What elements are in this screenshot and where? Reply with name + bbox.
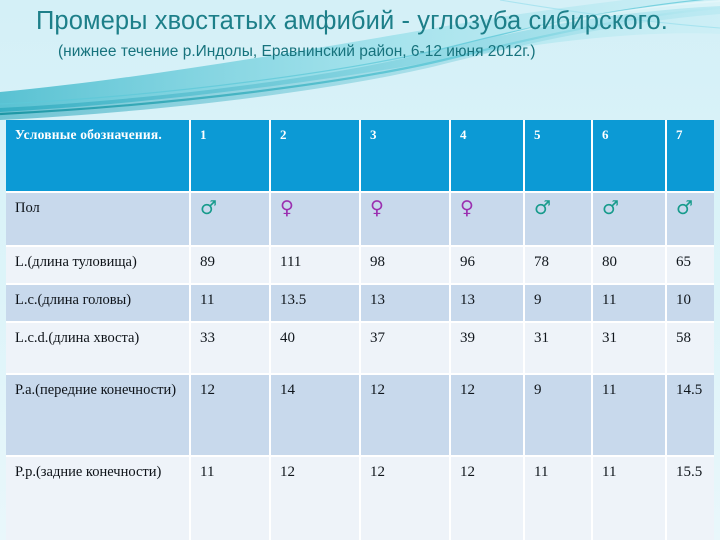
cell-tail-length-4: 39: [450, 322, 525, 375]
cell-head-length-2: 13.5: [270, 284, 361, 323]
column-header-4: 4: [450, 120, 525, 193]
male-icon: ♂: [534, 197, 552, 219]
row-label-hindlimbs: P.p.(задние конечности): [6, 456, 191, 540]
cell-tail-length-6: 31: [592, 322, 667, 375]
cell-body-length-3: 98: [360, 246, 451, 285]
page-subtitle: (нижнее течение р.Индолы, Еравнинский ра…: [58, 43, 536, 60]
table-row: L.c.d.(длина хвоста) 33 40 37 39 31 31 5…: [6, 322, 714, 375]
column-header-2: 2: [270, 120, 361, 193]
column-header-1: 1: [190, 120, 271, 193]
cell-tail-length-2: 40: [270, 322, 361, 375]
female-icon: ♀: [460, 197, 474, 219]
cell-body-length-4: 96: [450, 246, 525, 285]
table-row: P.p.(задние конечности) 11 12 12 12 11 1…: [6, 456, 714, 540]
cell-sex-3: ♀: [360, 192, 451, 247]
row-label-sex: Пол: [6, 192, 191, 247]
measurements-table: Условные обозначения. 1 2 3 4 5 6 7 Пол …: [6, 120, 714, 540]
cell-tail-length-7: 58: [666, 322, 714, 375]
cell-sex-2: ♀: [270, 192, 361, 247]
title-block: Промеры хвостатых амфибий - углозуба сиб…: [36, 6, 696, 62]
cell-forelimbs-5: 9: [524, 374, 593, 457]
slide-canvas: Промеры хвостатых амфибий - углозуба сиб…: [0, 0, 720, 540]
cell-tail-length-1: 33: [190, 322, 271, 375]
cell-hindlimbs-7: 15.5: [666, 456, 714, 540]
cell-body-length-6: 80: [592, 246, 667, 285]
column-header-3: 3: [360, 120, 451, 193]
cell-hindlimbs-4: 12: [450, 456, 525, 540]
cell-head-length-5: 9: [524, 284, 593, 323]
cell-forelimbs-7: 14.5: [666, 374, 714, 457]
cell-hindlimbs-1: 11: [190, 456, 271, 540]
cell-forelimbs-3: 12: [360, 374, 451, 457]
female-icon: ♀: [370, 197, 384, 219]
table-body: Пол ♂ ♀ ♀ ♀ ♂ ♂ ♂ L.(длина туловища) 89 …: [6, 192, 714, 540]
table-row: L.c.(длина головы) 11 13.5 13 13 9 11 10: [6, 284, 714, 323]
table-row: P.a.(передние конечности) 12 14 12 12 9 …: [6, 374, 714, 457]
cell-hindlimbs-3: 12: [360, 456, 451, 540]
cell-head-length-4: 13: [450, 284, 525, 323]
table-row: L.(длина туловища) 89 111 98 96 78 80 65: [6, 246, 714, 285]
cell-hindlimbs-5: 11: [524, 456, 593, 540]
column-header-legend: Условные обозначения.: [6, 120, 191, 193]
cell-forelimbs-6: 11: [592, 374, 667, 457]
row-label-head-length: L.c.(длина головы): [6, 284, 191, 323]
cell-body-length-1: 89: [190, 246, 271, 285]
cell-head-length-7: 10: [666, 284, 714, 323]
cell-head-length-3: 13: [360, 284, 451, 323]
cell-body-length-7: 65: [666, 246, 714, 285]
cell-head-length-6: 11: [592, 284, 667, 323]
cell-forelimbs-2: 14: [270, 374, 361, 457]
female-icon: ♀: [280, 197, 294, 219]
male-icon: ♂: [676, 197, 694, 219]
row-label-forelimbs: P.a.(передние конечности): [6, 374, 191, 457]
page-title: Промеры хвостатых амфибий - углозуба сиб…: [36, 7, 668, 35]
cell-sex-4: ♀: [450, 192, 525, 247]
table-header: Условные обозначения. 1 2 3 4 5 6 7: [6, 120, 714, 193]
cell-tail-length-5: 31: [524, 322, 593, 375]
cell-sex-5: ♂: [524, 192, 593, 247]
row-label-tail-length: L.c.d.(длина хвоста): [6, 322, 191, 375]
cell-forelimbs-4: 12: [450, 374, 525, 457]
cell-head-length-1: 11: [190, 284, 271, 323]
column-header-5: 5: [524, 120, 593, 193]
table-header-row: Условные обозначения. 1 2 3 4 5 6 7: [6, 120, 714, 193]
cell-sex-1: ♂: [190, 192, 271, 247]
cell-forelimbs-1: 12: [190, 374, 271, 457]
cell-body-length-5: 78: [524, 246, 593, 285]
cell-sex-7: ♂: [666, 192, 714, 247]
cell-body-length-2: 111: [270, 246, 361, 285]
cell-hindlimbs-6: 11: [592, 456, 667, 540]
cell-tail-length-3: 37: [360, 322, 451, 375]
male-icon: ♂: [602, 197, 620, 219]
row-label-body-length: L.(длина туловища): [6, 246, 191, 285]
cell-sex-6: ♂: [592, 192, 667, 247]
cell-hindlimbs-2: 12: [270, 456, 361, 540]
male-icon: ♂: [200, 197, 218, 219]
column-header-6: 6: [592, 120, 667, 193]
table-row: Пол ♂ ♀ ♀ ♀ ♂ ♂ ♂: [6, 192, 714, 247]
column-header-7: 7: [666, 120, 714, 193]
